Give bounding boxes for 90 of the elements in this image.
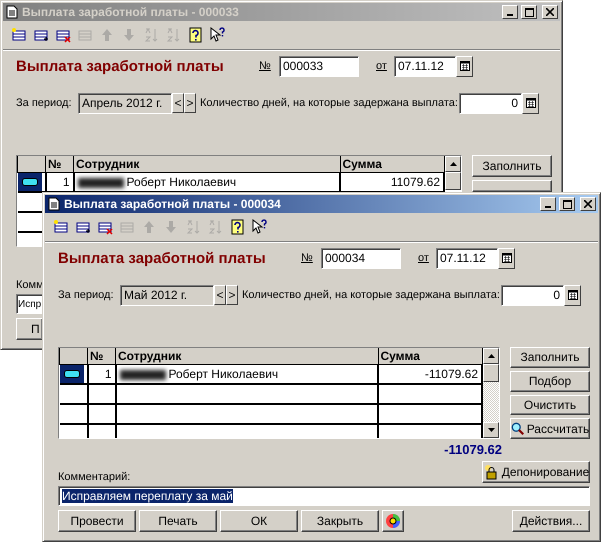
side-button[interactable]: Подбор	[510, 370, 590, 392]
new-row-icon[interactable]	[11, 27, 27, 43]
table-cell: Роберт Николаевич	[126, 175, 236, 189]
minimize-button[interactable]	[502, 5, 518, 19]
scroll-thumb[interactable]	[445, 172, 461, 190]
form-heading: Выплата заработной платы	[58, 250, 267, 266]
date-label: от	[418, 252, 430, 264]
side-button[interactable]: Очистить	[510, 394, 590, 416]
date-field[interactable]: 07.11.12	[394, 56, 456, 76]
actions-button[interactable]: Действия...	[512, 510, 590, 532]
scrollbar[interactable]	[445, 156, 461, 190]
redaction-blur	[120, 370, 166, 380]
new-row-icon[interactable]	[53, 219, 69, 235]
total-amount: -11079.62	[444, 442, 502, 456]
document-icon	[47, 197, 61, 211]
help-icon[interactable]	[229, 219, 245, 235]
number-field[interactable]: 000033	[279, 56, 359, 76]
previous-button[interactable]: <	[214, 285, 226, 305]
delay-days-label: Количество дней, на которые задержана выплата:	[200, 97, 459, 109]
delay-days-field[interactable]: 0	[501, 284, 564, 306]
scroll-up-icon	[450, 162, 456, 166]
table-cell: -11079.62	[378, 364, 482, 384]
calendar-icon	[502, 253, 512, 263]
table-cell: 1	[88, 364, 116, 384]
calendar-icon	[568, 290, 578, 300]
scroll-down-icon	[488, 428, 494, 432]
calendar-icon	[460, 61, 470, 71]
period-label: За период:	[16, 97, 73, 109]
side-button[interactable]: Заполнить	[510, 347, 590, 368]
form-heading: Выплата заработной платы	[16, 58, 225, 74]
form-button[interactable]: Печать	[139, 510, 217, 532]
calculator-button[interactable]	[564, 284, 581, 306]
comment-field[interactable]: Исправляем переплату за май	[58, 486, 590, 506]
date-field[interactable]: 07.11.12	[436, 248, 498, 268]
comment-field[interactable]: Испр	[16, 294, 43, 314]
delay-days-field[interactable]: 0	[459, 92, 522, 114]
redaction-blur	[78, 178, 124, 188]
close-button[interactable]	[542, 5, 558, 19]
calendar-icon	[526, 98, 536, 108]
maximize-icon	[562, 200, 572, 208]
context-help-icon[interactable]	[251, 219, 267, 235]
close-button[interactable]	[580, 197, 596, 211]
form-button[interactable]: Провести	[58, 510, 136, 532]
form-button[interactable]: Закрыть	[301, 510, 379, 532]
window-title: Выплата заработной платы - 000033	[22, 5, 240, 19]
column-header[interactable]: Сумма	[378, 348, 482, 364]
magnifier-icon	[510, 422, 525, 436]
scroll-thumb[interactable]	[483, 364, 499, 382]
table-cell: Роберт Николаевич	[168, 367, 278, 381]
context-help-icon[interactable]	[209, 27, 225, 43]
period-field[interactable]: Май 2012 г.	[120, 284, 214, 306]
window-title: Выплата заработной платы - 000034	[64, 197, 282, 211]
side-button[interactable]	[472, 180, 552, 192]
period-field[interactable]: Апрель 2012 г.	[78, 92, 172, 114]
form-button[interactable]: ОК	[220, 510, 298, 532]
deposit-button[interactable]: Депонирование	[482, 461, 590, 483]
number-field[interactable]: 000034	[321, 248, 401, 268]
help-icon[interactable]	[187, 27, 203, 43]
delay-days-label: Количество дней, на которые задержана выплата:	[242, 289, 501, 301]
column-header[interactable]: №	[88, 348, 116, 364]
side-button[interactable]: Заполнить	[472, 155, 552, 177]
previous-button[interactable]: <	[172, 93, 184, 113]
scroll-up-icon	[488, 354, 494, 358]
help-button[interactable]	[382, 510, 404, 532]
date-label: от	[376, 60, 388, 72]
calculator-button[interactable]	[522, 92, 539, 114]
maximize-icon	[524, 8, 534, 16]
close-icon	[546, 8, 554, 16]
calculate-button[interactable]: Рассчитать	[510, 418, 590, 439]
maximize-button[interactable]	[559, 197, 575, 211]
form-button[interactable]: П	[16, 318, 43, 340]
calendar-button[interactable]	[498, 248, 515, 268]
column-header[interactable]: Сумма	[340, 156, 444, 172]
next-button[interactable]: >	[184, 93, 196, 113]
document-icon	[5, 5, 19, 19]
lock-icon	[482, 464, 499, 480]
column-header[interactable]: Сотрудник	[74, 156, 340, 172]
scrollbar[interactable]	[483, 348, 499, 438]
column-header[interactable]: №	[46, 156, 74, 172]
disc-icon	[385, 513, 401, 529]
period-label: За период:	[58, 289, 115, 301]
number-label: №	[301, 252, 314, 264]
calendar-button[interactable]	[456, 56, 473, 76]
next-button[interactable]: >	[226, 285, 238, 305]
minimize-button[interactable]	[540, 197, 556, 211]
column-header[interactable]: Сотрудник	[116, 348, 378, 364]
comment-label: Комментарий:	[58, 471, 130, 483]
number-label: №	[259, 60, 272, 72]
close-icon	[584, 200, 592, 208]
maximize-button[interactable]	[521, 5, 537, 19]
